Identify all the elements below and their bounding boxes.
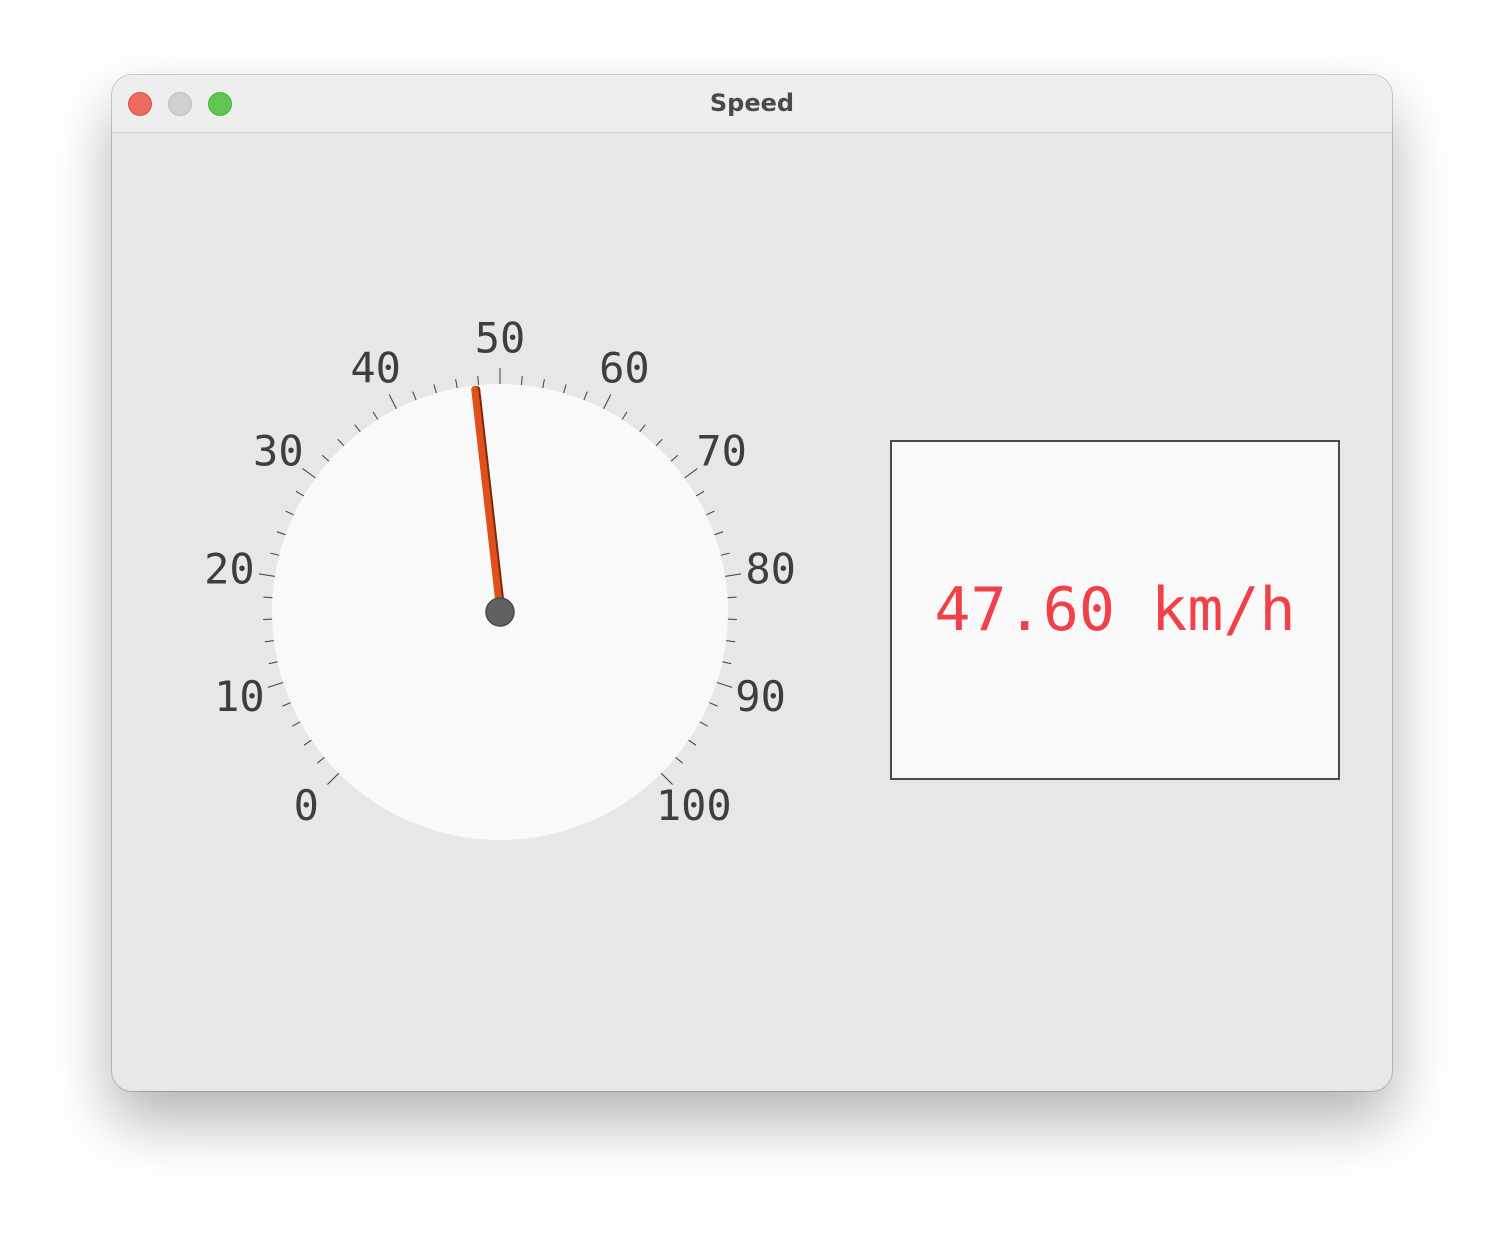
gauge-minor-tick (722, 661, 732, 665)
speed-window: Speed 0 10 20 30 40 50 60 70 80 90 100 47.60 km/h (112, 75, 1392, 1091)
gauge-minor-tick (670, 454, 679, 462)
gauge-major-tick (388, 394, 397, 410)
gauge-minor-tick (709, 702, 718, 707)
gauge-minor-tick (292, 721, 301, 727)
gauge-minor-tick (726, 640, 736, 643)
gauge-tick-label: 80 (745, 545, 796, 594)
gauge-tick-label: 40 (350, 343, 401, 392)
gauge-minor-tick (264, 640, 274, 643)
title-bar: Speed (112, 75, 1392, 133)
gauge-tick-label: 0 (294, 781, 319, 830)
gauge-minor-tick (720, 552, 730, 556)
gauge-minor-tick (695, 490, 705, 497)
gauge-tick-label: 50 (475, 314, 526, 363)
gauge-major-tick (327, 772, 340, 785)
window-content: 0 10 20 30 40 50 60 70 80 90 100 47.60 km/h (112, 133, 1392, 1091)
window-title: Speed (709, 89, 795, 117)
gauge-minor-tick (412, 391, 417, 401)
gauge-minor-tick (270, 552, 280, 556)
gauge-minor-tick (699, 721, 708, 727)
gauge-minor-tick (727, 596, 737, 599)
speed-gauge: 0 10 20 30 40 50 60 70 80 90 100 (204, 314, 796, 840)
gauge-minor-tick (688, 739, 697, 746)
gauge-minor-tick (706, 510, 715, 516)
gauge-minor-tick (455, 379, 458, 389)
gauge-minor-tick (714, 531, 724, 536)
gauge-minor-tick (276, 531, 286, 536)
gauge-minor-tick (433, 384, 437, 394)
gauge-tick-label: 10 (214, 672, 265, 721)
gauge-minor-tick (285, 510, 294, 516)
gauge-major-tick (603, 394, 612, 410)
gauge-minor-tick (354, 424, 361, 433)
gauge-minor-tick (372, 411, 379, 420)
gauge-minor-tick (321, 454, 330, 462)
gauge-minor-tick (337, 438, 345, 447)
gauge-minor-tick (303, 739, 312, 746)
gauge-tick-label: 100 (656, 781, 732, 830)
gauge-minor-tick (655, 438, 663, 447)
gauge-major-tick (716, 681, 733, 688)
gauge-major-tick (302, 468, 316, 479)
gauge-minor-tick (263, 596, 273, 599)
gauge-tick-label: 60 (599, 343, 650, 392)
gauge-minor-tick (520, 376, 523, 386)
gauge-tick-label: 20 (204, 545, 255, 594)
speed-readout-value: 47.60 km/h (934, 575, 1296, 645)
gauge-major-tick (725, 573, 742, 577)
gauge-minor-tick (317, 756, 325, 764)
gauge-minor-tick (621, 411, 628, 420)
gauge-tick-label: 90 (735, 672, 786, 721)
gauge-minor-tick (282, 702, 291, 707)
gauge-major-tick (267, 681, 284, 688)
gauge-minor-tick (477, 376, 480, 386)
gauge-minor-tick (563, 384, 567, 394)
gauge-minor-tick (583, 391, 588, 401)
gauge-hub (485, 597, 515, 627)
gauge-minor-tick (268, 661, 278, 665)
gauge-minor-tick (542, 379, 545, 389)
gauge-minor-tick (675, 756, 683, 764)
gauge-tick-label: 70 (696, 426, 747, 475)
gauge-minor-tick (639, 424, 646, 433)
speed-readout-panel: 47.60 km/h (890, 440, 1340, 780)
gauge-major-tick (258, 573, 275, 577)
gauge-tick-label: 30 (253, 426, 304, 475)
gauge-minor-tick (295, 490, 305, 497)
